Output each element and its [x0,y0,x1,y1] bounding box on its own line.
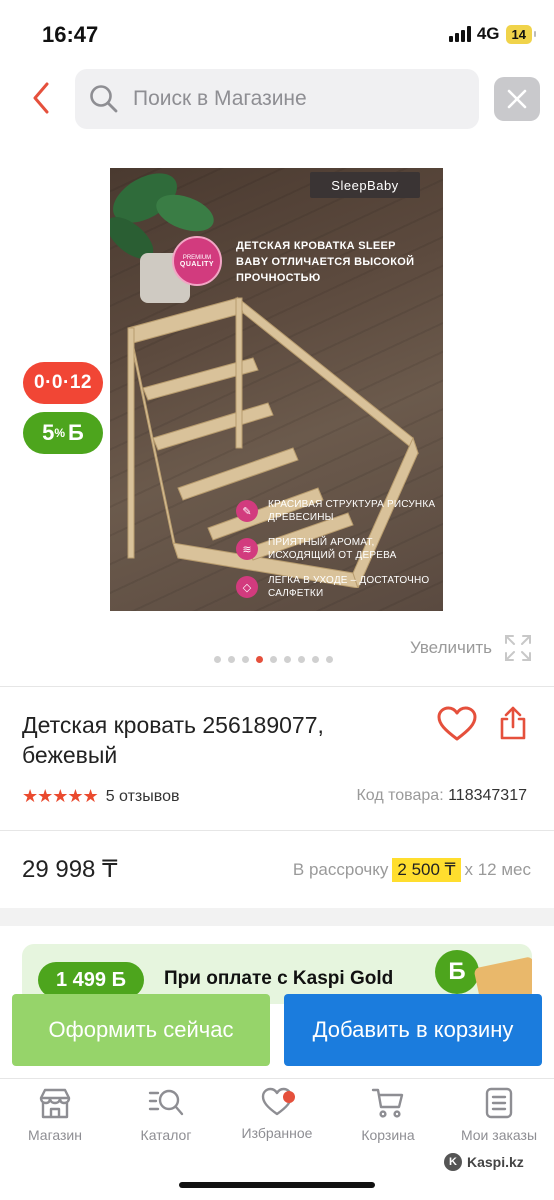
cart-icon [371,1088,404,1118]
divider [0,686,554,687]
close-button[interactable] [494,77,540,121]
carousel-dot[interactable] [214,656,221,663]
feature-list: ✎ Красивая структура рисунка древесины ≋… [236,498,436,611]
quality-badge: PREMIUM QUALITY [172,236,222,286]
price: 29 998 ₸ [22,856,118,883]
installment-info: В рассрочку 2 500 ₸ х 12 мес [293,858,531,882]
feature-item: ◇ Легка в уходе – достаточно салфетки [236,574,436,600]
image-headline: Детская кроватка Sleep Baby отличается в… [236,240,415,284]
notification-dot [283,1091,295,1103]
divider [0,830,554,831]
installment-amount: 2 500 ₸ [392,858,461,882]
nav-label: Корзина [361,1127,415,1143]
carousel-dot[interactable] [326,656,333,663]
bonus-value: 5 [42,420,55,445]
status-bar: 16:47 4G 14 [0,0,554,64]
close-icon [507,89,527,109]
bonus-symbol: Б [68,420,84,445]
search-placeholder: Поиск в Магазине [133,87,307,110]
brand-chip: SleepBaby [310,172,420,198]
installment-badge: 0·0·12 [23,362,103,404]
carousel-dot[interactable] [228,656,235,663]
rating-stars: ★★★★★ [22,786,99,806]
catalog-search-icon [148,1089,184,1116]
nav-item-store[interactable]: Магазин [5,1087,105,1143]
fingerprint-icon: ✎ [236,500,258,522]
network-type: 4G [476,24,500,43]
favorite-button[interactable] [437,706,477,744]
nav-item-orders[interactable]: Мои заказы [449,1087,549,1143]
feature-text: Красивая структура рисунка древесины [268,499,436,523]
zoom-button[interactable]: Увеличить [410,634,532,662]
expand-icon [505,635,531,661]
section-separator [0,908,554,926]
feature-text: Легка в уходе – достаточно салфетки [268,575,430,599]
home-indicator[interactable] [179,1182,375,1188]
diamond-icon: ◇ [236,576,258,598]
status-time: 16:47 [42,22,99,47]
chevron-left-icon [33,82,49,114]
feature-item: ≋ Приятный аромат, исходящий от дерева [236,536,436,562]
search-input[interactable]: Поиск в Магазине [75,69,479,129]
nav-item-cart[interactable]: Корзина [338,1087,438,1143]
nav-label: Каталог [140,1127,192,1143]
add-to-cart-button[interactable]: Добавить в корзину [284,994,542,1066]
zoom-label: Увеличить [410,638,492,657]
nav-item-catalog[interactable]: Каталог [116,1087,216,1143]
status-indicators: 4G 14 [448,24,537,44]
signal-icon [448,26,471,42]
product-image[interactable]: SleepBaby PREMIUM QUALITY Детская кроват… [110,168,443,611]
bonus-badge: 5% Б [23,412,103,454]
share-icon [500,706,526,740]
carousel-dot[interactable] [270,656,277,663]
rating-row[interactable]: ★★★★★ 5 отзывов [22,786,179,807]
orders-icon [485,1087,513,1119]
watermark-text: Kaspi.kz [467,1154,524,1170]
reviews-link[interactable]: 5 отзывов [106,788,180,806]
carousel-dot[interactable] [312,656,319,663]
installment-label: В рассрочку [292,860,389,879]
share-button[interactable] [497,705,531,743]
nav-item-favorites[interactable]: Избранное [227,1087,327,1141]
buy-now-button[interactable]: Оформить сейчас [12,994,270,1066]
feature-item: ✎ Красивая структура рисунка древесины [236,498,436,524]
store-icon [39,1088,71,1119]
carousel-dot[interactable] [298,656,305,663]
nav-label: Магазин [27,1127,82,1143]
installment-term: х 12 мес [464,860,532,879]
nav-label: Мои заказы [460,1127,538,1143]
carousel-dots [214,656,333,663]
sku-value: 118347317 [448,787,527,804]
carousel-dot[interactable] [242,656,249,663]
bonus-unit: % [54,426,66,440]
sku-label: Код товара: [356,787,444,804]
aroma-icon: ≋ [236,538,258,560]
carousel-dot[interactable] [284,656,291,663]
product-title: Детская кровать 256189077, бежевый [22,712,324,768]
quality-badge-text: QUALITY [179,260,215,268]
watermark: K Kaspi.kz [444,1153,524,1171]
bonus-coin-icon: Б [435,950,479,994]
promo-text: При оплате с Kaspi Gold [164,968,394,989]
feature-text: Приятный аромат, исходящий от дерева [268,537,397,561]
nav-label: Избранное [241,1125,313,1141]
back-button[interactable] [26,80,56,116]
heart-icon [437,706,477,741]
kaspi-logo-icon: K [444,1153,462,1171]
battery-icon: 14 [505,24,537,44]
search-icon [90,85,118,113]
carousel-dot-active[interactable] [256,656,263,663]
promo-bonus-pill: 1 499 Б [38,962,144,998]
sku: Код товара: 118347317 [356,787,527,805]
